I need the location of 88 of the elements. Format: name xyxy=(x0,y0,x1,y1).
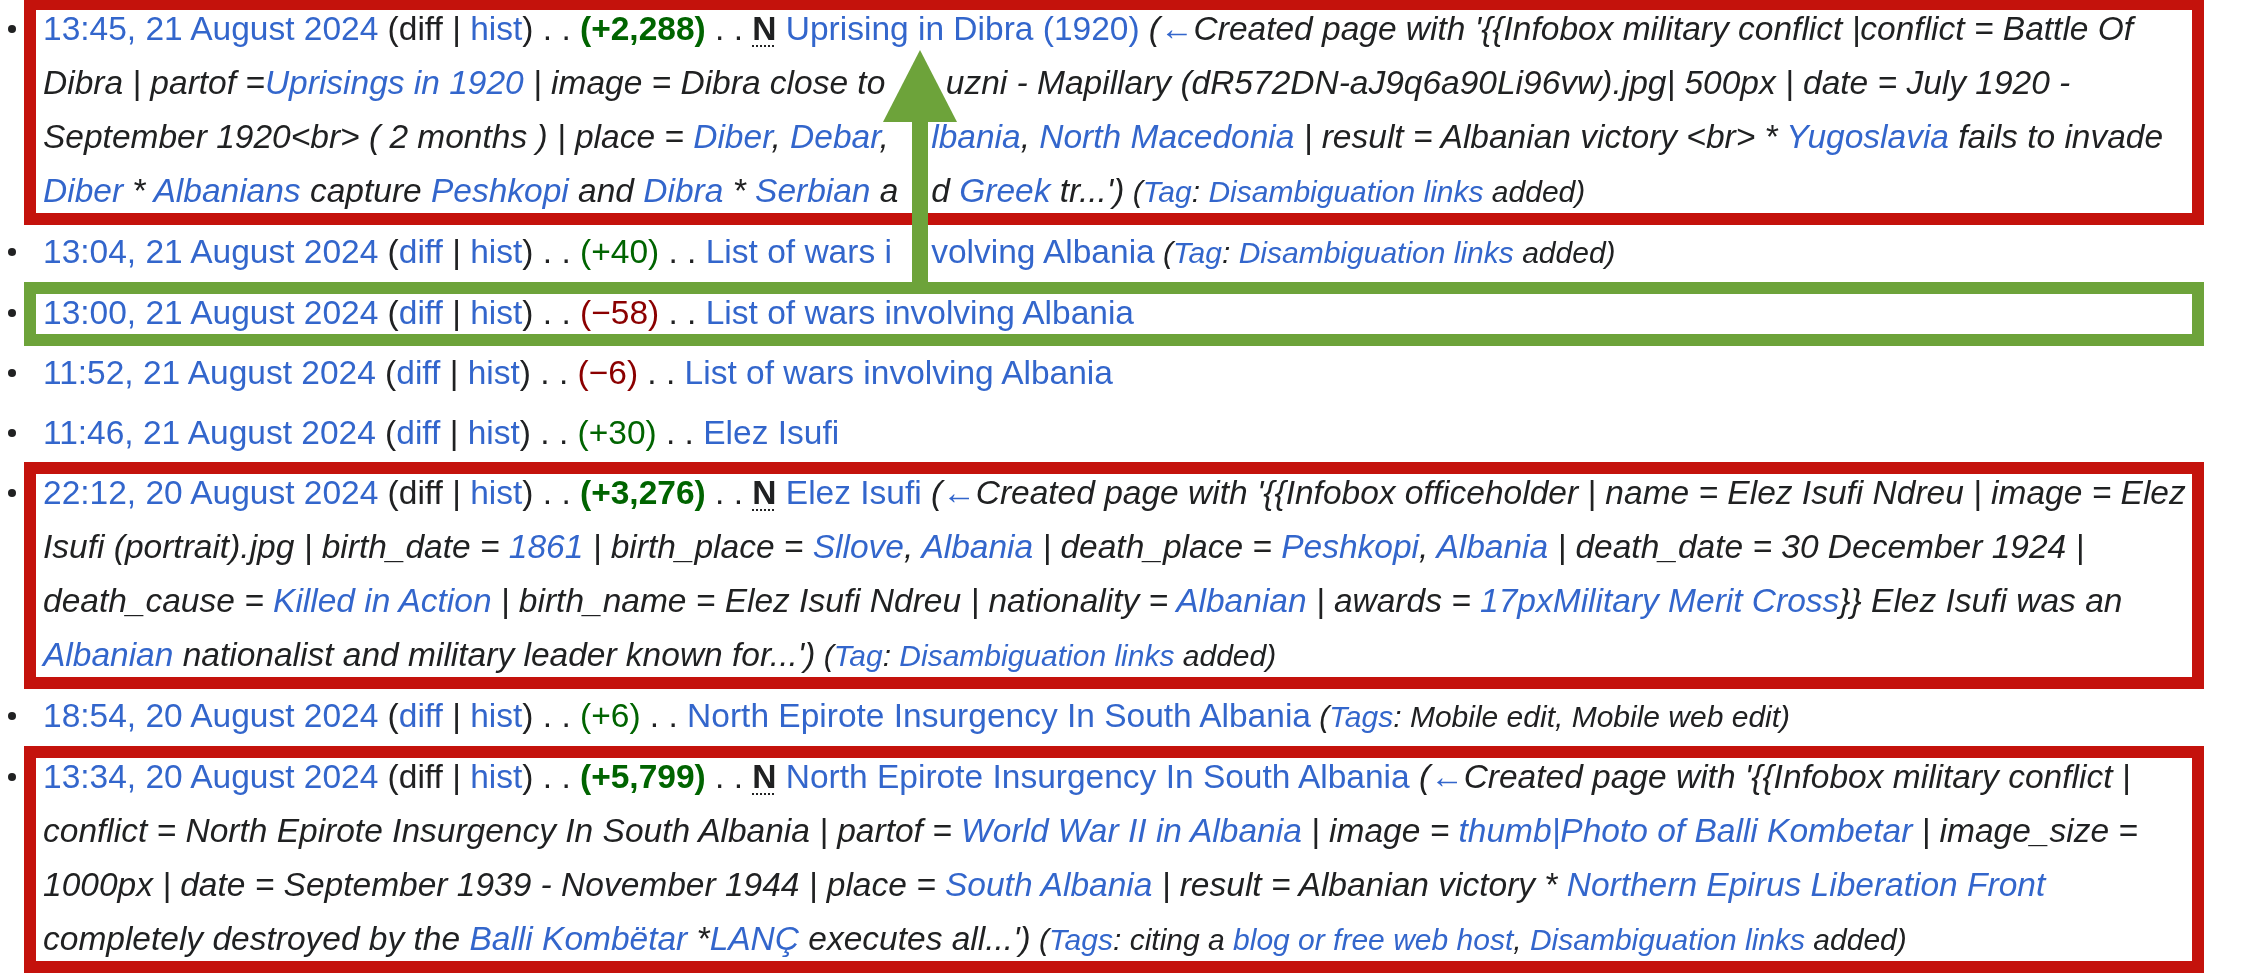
tag-link[interactable]: blog or free web host xyxy=(1233,923,1514,956)
bullet-icon xyxy=(8,248,16,256)
contribution-entry: 22:12, 20 August 2024 (diff | hist) . . (+3,276) . . N Elez Isufi (←Created page with '{{Infobox officeholder | name = Elez Isufi Ndreu | image = Elez Isufi (portrait).jpg | birth_date = 1861 | birth_place = Sllove, Albania | death_place = Peshkopi, Albania | death_date = 30 December 1924 | death_cause = Killed in Action | birth_name = Elez Isufi Ndreu | nationality = Albanian | awards = 17pxMilitary Merit Cross}} Elez Isufi was an Albanian nationalist and military leader known for...') (Tag: Disambiguation links added) xyxy=(43,473,2187,675)
contribution-entry: 18:54, 20 August 2024 (diff | hist) . . (+6) . . North Epirote Insurgency In South Albania (Tags: Mobile edit, Mobile web edit) xyxy=(43,696,1792,736)
summary-link[interactable]: Balli Kombëtar xyxy=(469,920,688,957)
summary-link[interactable]: 1861 xyxy=(508,528,584,565)
summary-link[interactable]: Uprisings in 1920 xyxy=(264,64,524,101)
revision-link[interactable]: hist xyxy=(470,697,523,734)
byte-change: (+3,276) xyxy=(580,474,706,511)
bullet-icon xyxy=(8,309,16,317)
new-page-label: N xyxy=(752,10,777,47)
summary-link[interactable]: Dibra xyxy=(643,172,724,209)
summary-link[interactable]: Northern Epirus Liberation Front xyxy=(1566,866,2046,903)
summary-link[interactable]: South Albania xyxy=(945,866,1153,903)
revision-link[interactable]: hist xyxy=(470,10,523,47)
timestamp-link[interactable]: 13:00, 21 August 2024 xyxy=(43,294,379,331)
revision-link[interactable]: diff xyxy=(398,697,443,734)
timestamp-link[interactable]: 11:46, 21 August 2024 xyxy=(43,414,376,451)
summary-link[interactable]: Sllove xyxy=(812,528,904,565)
page-title-link[interactable]: North Epirote Insurgency In South Albania xyxy=(687,697,1311,734)
byte-change: (+6) xyxy=(580,697,641,734)
tag-link[interactable]: Disambiguation links xyxy=(1238,236,1514,269)
revision-link[interactable]: diff xyxy=(398,233,443,270)
page-title-link[interactable]: Elez Isufi xyxy=(785,474,922,511)
summary-link[interactable]: Diber xyxy=(693,118,772,155)
timestamp-link[interactable]: 13:34, 20 August 2024 xyxy=(43,758,379,795)
bullet-icon xyxy=(8,369,16,377)
page-title-link[interactable]: List of wars i xyxy=(705,233,892,270)
page-title-link[interactable]: List of wars involving Albania xyxy=(684,354,1113,391)
byte-change: (+40) xyxy=(580,233,660,270)
bullet-icon xyxy=(8,489,16,497)
revision-link[interactable]: diff xyxy=(398,294,443,331)
revision-link[interactable]: diff xyxy=(396,414,441,451)
contribution-entry: 13:00, 21 August 2024 (diff | hist) . . (−58) . . List of wars involving Albania xyxy=(43,293,1135,333)
timestamp-link[interactable]: 22:12, 20 August 2024 xyxy=(43,474,379,511)
tag-link[interactable]: Disambiguation links xyxy=(899,639,1175,672)
summary-link[interactable]: Killed in Action xyxy=(273,582,492,619)
summary-link[interactable]: lbania xyxy=(931,118,1021,155)
revision-link[interactable]: hist xyxy=(470,758,523,795)
summary-link[interactable]: Albanians xyxy=(153,172,301,209)
revision-link[interactable]: hist xyxy=(467,414,520,451)
summary-link[interactable]: Albanian xyxy=(1176,582,1307,619)
summary-link[interactable]: Albanian xyxy=(43,636,174,673)
summary-link[interactable]: Serbian xyxy=(755,172,871,209)
revision-link[interactable]: hist xyxy=(470,233,523,270)
summary-link[interactable]: Yugoslavia xyxy=(1786,118,1949,155)
summary-link[interactable]: Albania xyxy=(921,528,1034,565)
revision-link[interactable]: diff xyxy=(396,354,441,391)
summary-link[interactable]: Peshkopi xyxy=(431,172,569,209)
revision-link[interactable]: hist xyxy=(467,354,520,391)
tag-link[interactable]: Disambiguation links xyxy=(1208,175,1484,208)
summary-link[interactable]: Greek xyxy=(959,172,1051,209)
timestamp-link[interactable]: 13:45, 21 August 2024 xyxy=(43,10,379,47)
summary-link[interactable]: Diber xyxy=(43,172,124,209)
new-page-label: N xyxy=(752,474,777,511)
timestamp-link[interactable]: 11:52, 21 August 2024 xyxy=(43,354,376,391)
contribution-entry: 13:04, 21 August 2024 (diff | hist) . . (+40) . . List of wars i volving Albania (Tag: Disambiguation links added) xyxy=(43,232,1617,272)
tag-link[interactable]: Disambiguation links xyxy=(1529,923,1806,956)
page-title-link[interactable]: North Epirote Insurgency In South Albania xyxy=(785,758,1410,795)
revision-link[interactable]: hist xyxy=(470,474,523,511)
contribution-entry: 13:45, 21 August 2024 (diff | hist) . . (+2,288) . . N Uprising in Dibra (1920) (←Created page with '{{Infobox military conflict |conflict = Battle Of Dibra | partof =Uprisings in 1920 | image = Dibra close to uzni - Mapillary (dR572DN-aJ9q6a90Li96vw).jpg| 500px | date = July 1920 - September 1920<br> ( 2 months ) | place = Diber, Debar, lbania, North Macedonia | result = Albanian victory <br> * Yugoslavia fails to invade Diber * Albanians capture Peshkopi and Dibra * Serbian a d Greek tr...') (Tag: Disambiguation links added) xyxy=(43,9,2165,211)
page-title-link[interactable]: List of wars involving Albania xyxy=(705,294,1134,331)
summary-link[interactable]: North Macedonia xyxy=(1039,118,1295,155)
summary-link[interactable]: World War II in Albania xyxy=(961,812,1302,849)
summary-link[interactable]: Debar xyxy=(790,118,880,155)
page-title-link[interactable]: volving Albania xyxy=(931,233,1155,270)
byte-change: (−58) xyxy=(580,294,660,331)
page-title-link[interactable]: Elez Isufi xyxy=(703,414,840,451)
contribution-entry: 13:34, 20 August 2024 (diff | hist) . . (+5,799) . . N North Epirote Insurgency In South Albania (←Created page with '{{Infobox military conflict | conflict = North Epirote Insurgency In South Albania | partof = World War II in Albania | image = thumb|Photo of Balli Kombetar | image_size = 1000px | date = September 1939 - November 1944 | place = South Albania | result = Albanian victory * Northern Epirus Liberation Front completely destroyed by the Balli Kombëtar *LANÇ executes all...') (Tags: citing a blog or free web host, Disambiguation links added) xyxy=(43,757,2139,959)
contribution-entry: 11:52, 21 August 2024 (diff | hist) . . (−6) . . List of wars involving Albania xyxy=(43,353,1114,393)
summary-link[interactable]: Albania xyxy=(1436,528,1549,565)
bullet-icon xyxy=(8,25,16,33)
byte-change: (−6) xyxy=(577,354,639,391)
contribution-entry: 11:46, 21 August 2024 (diff | hist) . . (+30) . . Elez Isufi xyxy=(43,413,841,453)
bullet-icon xyxy=(8,773,16,781)
summary-link[interactable]: thumb|Photo of Balli Kombetar xyxy=(1458,812,1913,849)
byte-change: (+30) xyxy=(577,414,657,451)
summary-link[interactable]: LANÇ xyxy=(709,920,799,957)
bullet-icon xyxy=(8,712,16,720)
timestamp-link[interactable]: 13:04, 21 August 2024 xyxy=(43,233,379,270)
timestamp-link[interactable]: 18:54, 20 August 2024 xyxy=(43,697,379,734)
byte-change: (+2,288) xyxy=(580,10,706,47)
revision-link[interactable]: hist xyxy=(470,294,523,331)
byte-change: (+5,799) xyxy=(580,758,706,795)
page-title-link[interactable]: Uprising in Dibra (1920) xyxy=(785,10,1140,47)
summary-link[interactable]: Peshkopi xyxy=(1281,528,1419,565)
new-page-label: N xyxy=(752,758,777,795)
bullet-icon xyxy=(8,429,16,437)
